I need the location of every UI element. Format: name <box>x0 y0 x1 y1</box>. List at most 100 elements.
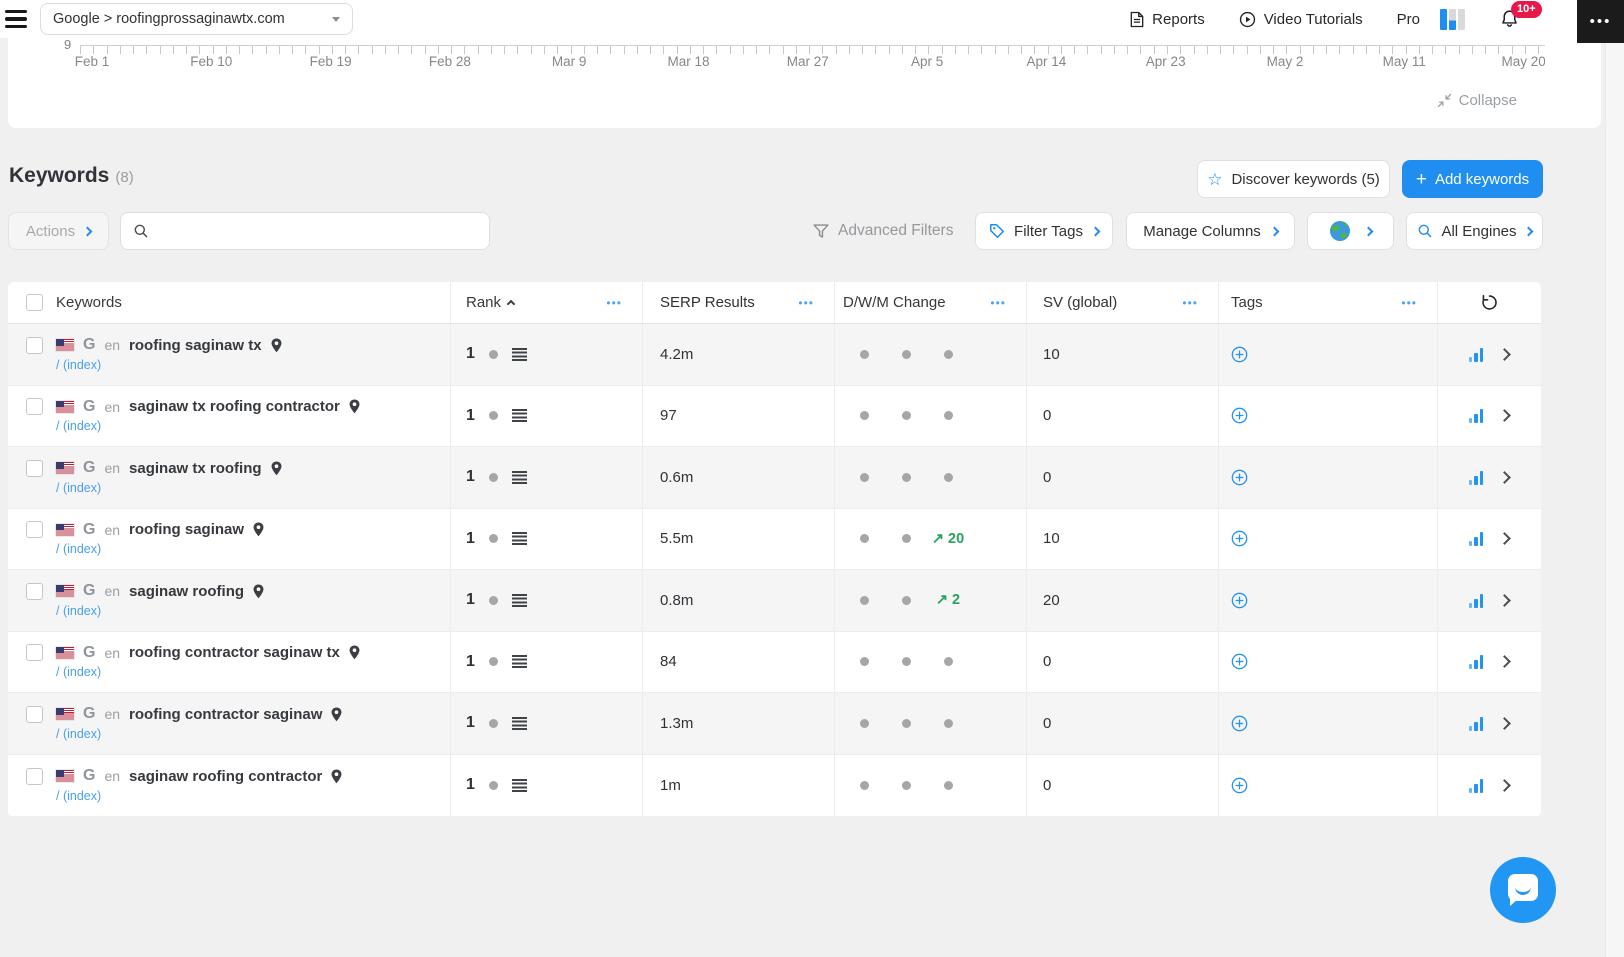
serp-list-icon[interactable] <box>511 470 527 484</box>
keyword-url[interactable]: / (index) <box>56 604 264 618</box>
add-tag-button[interactable] <box>1231 469 1248 486</box>
add-tag-button[interactable] <box>1231 715 1248 732</box>
plan-usage[interactable]: Pro <box>1397 8 1465 30</box>
serp-list-icon[interactable] <box>511 593 527 607</box>
header-dwm-change[interactable]: D/W/M Change ••• <box>835 282 1027 323</box>
keyword-language: en <box>104 706 121 723</box>
serp-list-icon[interactable] <box>511 532 527 546</box>
serp-list-icon[interactable] <box>511 716 527 730</box>
keyword-text[interactable]: roofing contractor saginaw <box>129 706 322 723</box>
actions-dropdown[interactable]: Actions <box>8 212 109 250</box>
header-tags[interactable]: Tags ••• <box>1219 282 1438 323</box>
ellipsis-icon: ••• <box>1589 13 1612 30</box>
keyword-language: en <box>104 583 121 600</box>
row-expand-chevron[interactable] <box>1498 778 1512 792</box>
keyword-url[interactable]: / (index) <box>56 665 360 679</box>
row-checkbox[interactable] <box>26 705 43 723</box>
keyword-chart-icon[interactable] <box>1468 593 1484 608</box>
column-menu-dots[interactable]: ••• <box>606 296 642 310</box>
keyword-chart-icon[interactable] <box>1468 531 1484 547</box>
keyword-chart-icon[interactable] <box>1468 778 1484 793</box>
keyword-text[interactable]: roofing contractor saginaw tx <box>129 644 340 661</box>
keyword-url[interactable]: / (index) <box>56 789 342 803</box>
keyword-url[interactable]: / (index) <box>56 358 282 372</box>
hamburger-menu-icon[interactable] <box>5 10 29 28</box>
row-checkbox[interactable] <box>26 521 43 539</box>
column-menu-dots[interactable]: ••• <box>990 296 1026 310</box>
header-serp-results[interactable]: SERP Results ••• <box>643 282 835 323</box>
row-checkbox[interactable] <box>26 582 43 600</box>
column-menu-dots[interactable]: ••• <box>1182 296 1218 310</box>
add-tag-button[interactable] <box>1231 530 1248 547</box>
add-tag-button[interactable] <box>1231 592 1248 609</box>
add-tag-button[interactable] <box>1231 777 1248 794</box>
header-history[interactable] <box>1438 282 1540 323</box>
all-engines-button[interactable]: All Engines <box>1406 212 1543 250</box>
keyword-text[interactable]: saginaw roofing <box>129 583 244 600</box>
header-sv-global[interactable]: SV (global) ••• <box>1027 282 1219 323</box>
serp-results-value: 0.6m <box>660 468 694 486</box>
keyword-chart-icon[interactable] <box>1468 347 1484 362</box>
table-body: G en roofing saginaw tx / (index) 1 4.2m <box>8 324 1541 816</box>
add-tag-button[interactable] <box>1231 653 1248 670</box>
serp-list-icon[interactable] <box>511 409 527 423</box>
keyword-chart-icon[interactable] <box>1468 470 1484 485</box>
row-expand-chevron[interactable] <box>1498 532 1512 546</box>
keyword-url[interactable]: / (index) <box>56 727 342 741</box>
add-tag-button[interactable] <box>1231 407 1248 424</box>
keyword-url[interactable]: / (index) <box>56 542 264 556</box>
keyword-text[interactable]: roofing saginaw tx <box>129 337 262 354</box>
select-all-checkbox[interactable] <box>26 294 43 311</box>
row-expand-chevron[interactable] <box>1498 347 1512 361</box>
notifications-button[interactable]: 10+ <box>1499 1 1542 30</box>
video-tutorials-button[interactable]: Video Tutorials <box>1239 11 1363 28</box>
locale-dropdown[interactable] <box>1307 212 1394 250</box>
column-menu-dots[interactable]: ••• <box>1401 296 1437 310</box>
row-checkbox[interactable] <box>26 336 43 354</box>
keyword-text[interactable]: saginaw tx roofing <box>129 460 262 477</box>
sv-cell: 20 <box>1027 570 1219 631</box>
axis-tick <box>1498 46 1500 54</box>
column-menu-dots[interactable]: ••• <box>798 296 834 310</box>
discover-keywords-button[interactable]: ☆ Discover keywords (5) <box>1197 160 1390 198</box>
add-keywords-button[interactable]: + Add keywords <box>1402 160 1543 198</box>
row-checkbox[interactable] <box>26 644 43 662</box>
axis-tick <box>716 46 718 54</box>
keyword-text[interactable]: roofing saginaw <box>129 521 244 538</box>
project-selector[interactable]: Google > roofingprossaginawtx.com <box>40 3 353 35</box>
search-input[interactable] <box>157 223 477 239</box>
keyword-chart-icon[interactable] <box>1468 654 1484 670</box>
serp-list-icon[interactable] <box>511 778 527 792</box>
history-icon <box>1480 293 1499 312</box>
axis-tick <box>358 46 360 54</box>
axis-date-label: Feb 10 <box>190 54 233 69</box>
row-expand-chevron[interactable] <box>1498 655 1512 669</box>
keyword-chart-icon[interactable] <box>1468 716 1484 731</box>
manage-columns-button[interactable]: Manage Columns <box>1126 212 1295 250</box>
reports-button[interactable]: Reports <box>1130 11 1205 28</box>
serp-list-icon[interactable] <box>511 655 527 669</box>
row-expand-chevron[interactable] <box>1498 593 1512 607</box>
keyword-url[interactable]: / (index) <box>56 481 282 495</box>
chat-launcher-button[interactable] <box>1490 857 1556 923</box>
row-expand-chevron[interactable] <box>1498 409 1512 423</box>
advanced-filters-button[interactable]: Advanced Filters <box>813 212 953 250</box>
location-pin-icon <box>349 399 360 414</box>
row-checkbox[interactable] <box>26 398 43 416</box>
keyword-chart-icon[interactable] <box>1468 408 1484 424</box>
add-tag-button[interactable] <box>1231 346 1248 363</box>
row-checkbox[interactable] <box>26 767 43 785</box>
collapse-chart-button[interactable]: Collapse <box>1437 92 1517 109</box>
scrollbar[interactable] <box>1605 43 1624 957</box>
keyword-text[interactable]: saginaw roofing contractor <box>129 768 322 785</box>
keyword-url[interactable]: / (index) <box>56 419 360 433</box>
row-checkbox[interactable] <box>26 459 43 477</box>
filter-tags-button[interactable]: Filter Tags <box>975 212 1113 250</box>
serp-list-icon[interactable] <box>511 347 527 361</box>
more-menu-button[interactable]: ••• <box>1577 0 1624 43</box>
row-expand-chevron[interactable] <box>1498 716 1512 730</box>
keyword-text[interactable]: saginaw tx roofing contractor <box>129 398 340 415</box>
row-expand-chevron[interactable] <box>1498 470 1512 484</box>
header-rank[interactable]: Rank ••• <box>451 282 643 323</box>
dwm-change-column-label: D/W/M Change <box>843 294 946 311</box>
